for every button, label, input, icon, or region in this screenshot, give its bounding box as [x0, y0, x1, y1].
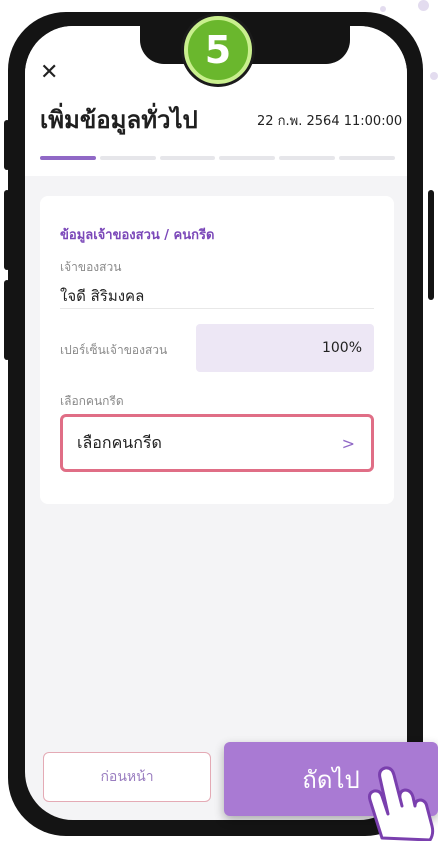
pointing-hand-icon [368, 766, 435, 841]
progress-segment [219, 156, 276, 160]
progress-segment [99, 156, 156, 160]
progress-segment [279, 156, 336, 160]
tapper-select[interactable]: เลือกคนกรีด > [60, 414, 374, 472]
step-number-badge: 5 [184, 16, 252, 84]
progress-segment-active [40, 156, 96, 160]
close-icon[interactable]: ✕ [40, 62, 58, 84]
chevron-right-icon: > [341, 433, 355, 453]
previous-button[interactable]: ก่อนหน้า [43, 752, 211, 802]
progress-segment [159, 156, 216, 160]
decor-dot [380, 6, 386, 12]
decor-dot [418, 0, 429, 11]
step-progress-bar [40, 156, 395, 160]
owner-label: เจ้าของสวน [60, 260, 122, 274]
decor-dot [430, 72, 438, 80]
section-title: ข้อมูลเจ้าของสวน / คนกรีด [60, 228, 215, 243]
phone-frame: ✕ เพิ่มข้อมูลทั่วไป 22 ก.พ. 2564 11:00:0… [8, 12, 423, 836]
owner-percent-label: เปอร์เซ็นเจ้าของสวน [60, 343, 168, 357]
divider [60, 308, 374, 309]
phone-screen: ✕ เพิ่มข้อมูลทั่วไป 22 ก.พ. 2564 11:00:0… [25, 26, 407, 820]
owner-tapper-card: ข้อมูลเจ้าของสวน / คนกรีด เจ้าของสวน ใจด… [40, 196, 394, 504]
progress-segment [339, 156, 395, 160]
tapper-label: เลือกคนกรีด [60, 394, 124, 408]
tapper-select-value: เลือกคนกรีด [77, 432, 162, 452]
owner-name: ใจดี สิริมงคล [60, 287, 145, 305]
phone-side-button [428, 190, 434, 300]
page-title: เพิ่มข้อมูลทั่วไป [40, 106, 198, 134]
owner-percent-value: 100% [321, 340, 362, 356]
datetime-label: 22 ก.พ. 2564 11:00:00 [257, 114, 403, 129]
owner-percent-field[interactable]: 100% [196, 324, 374, 372]
